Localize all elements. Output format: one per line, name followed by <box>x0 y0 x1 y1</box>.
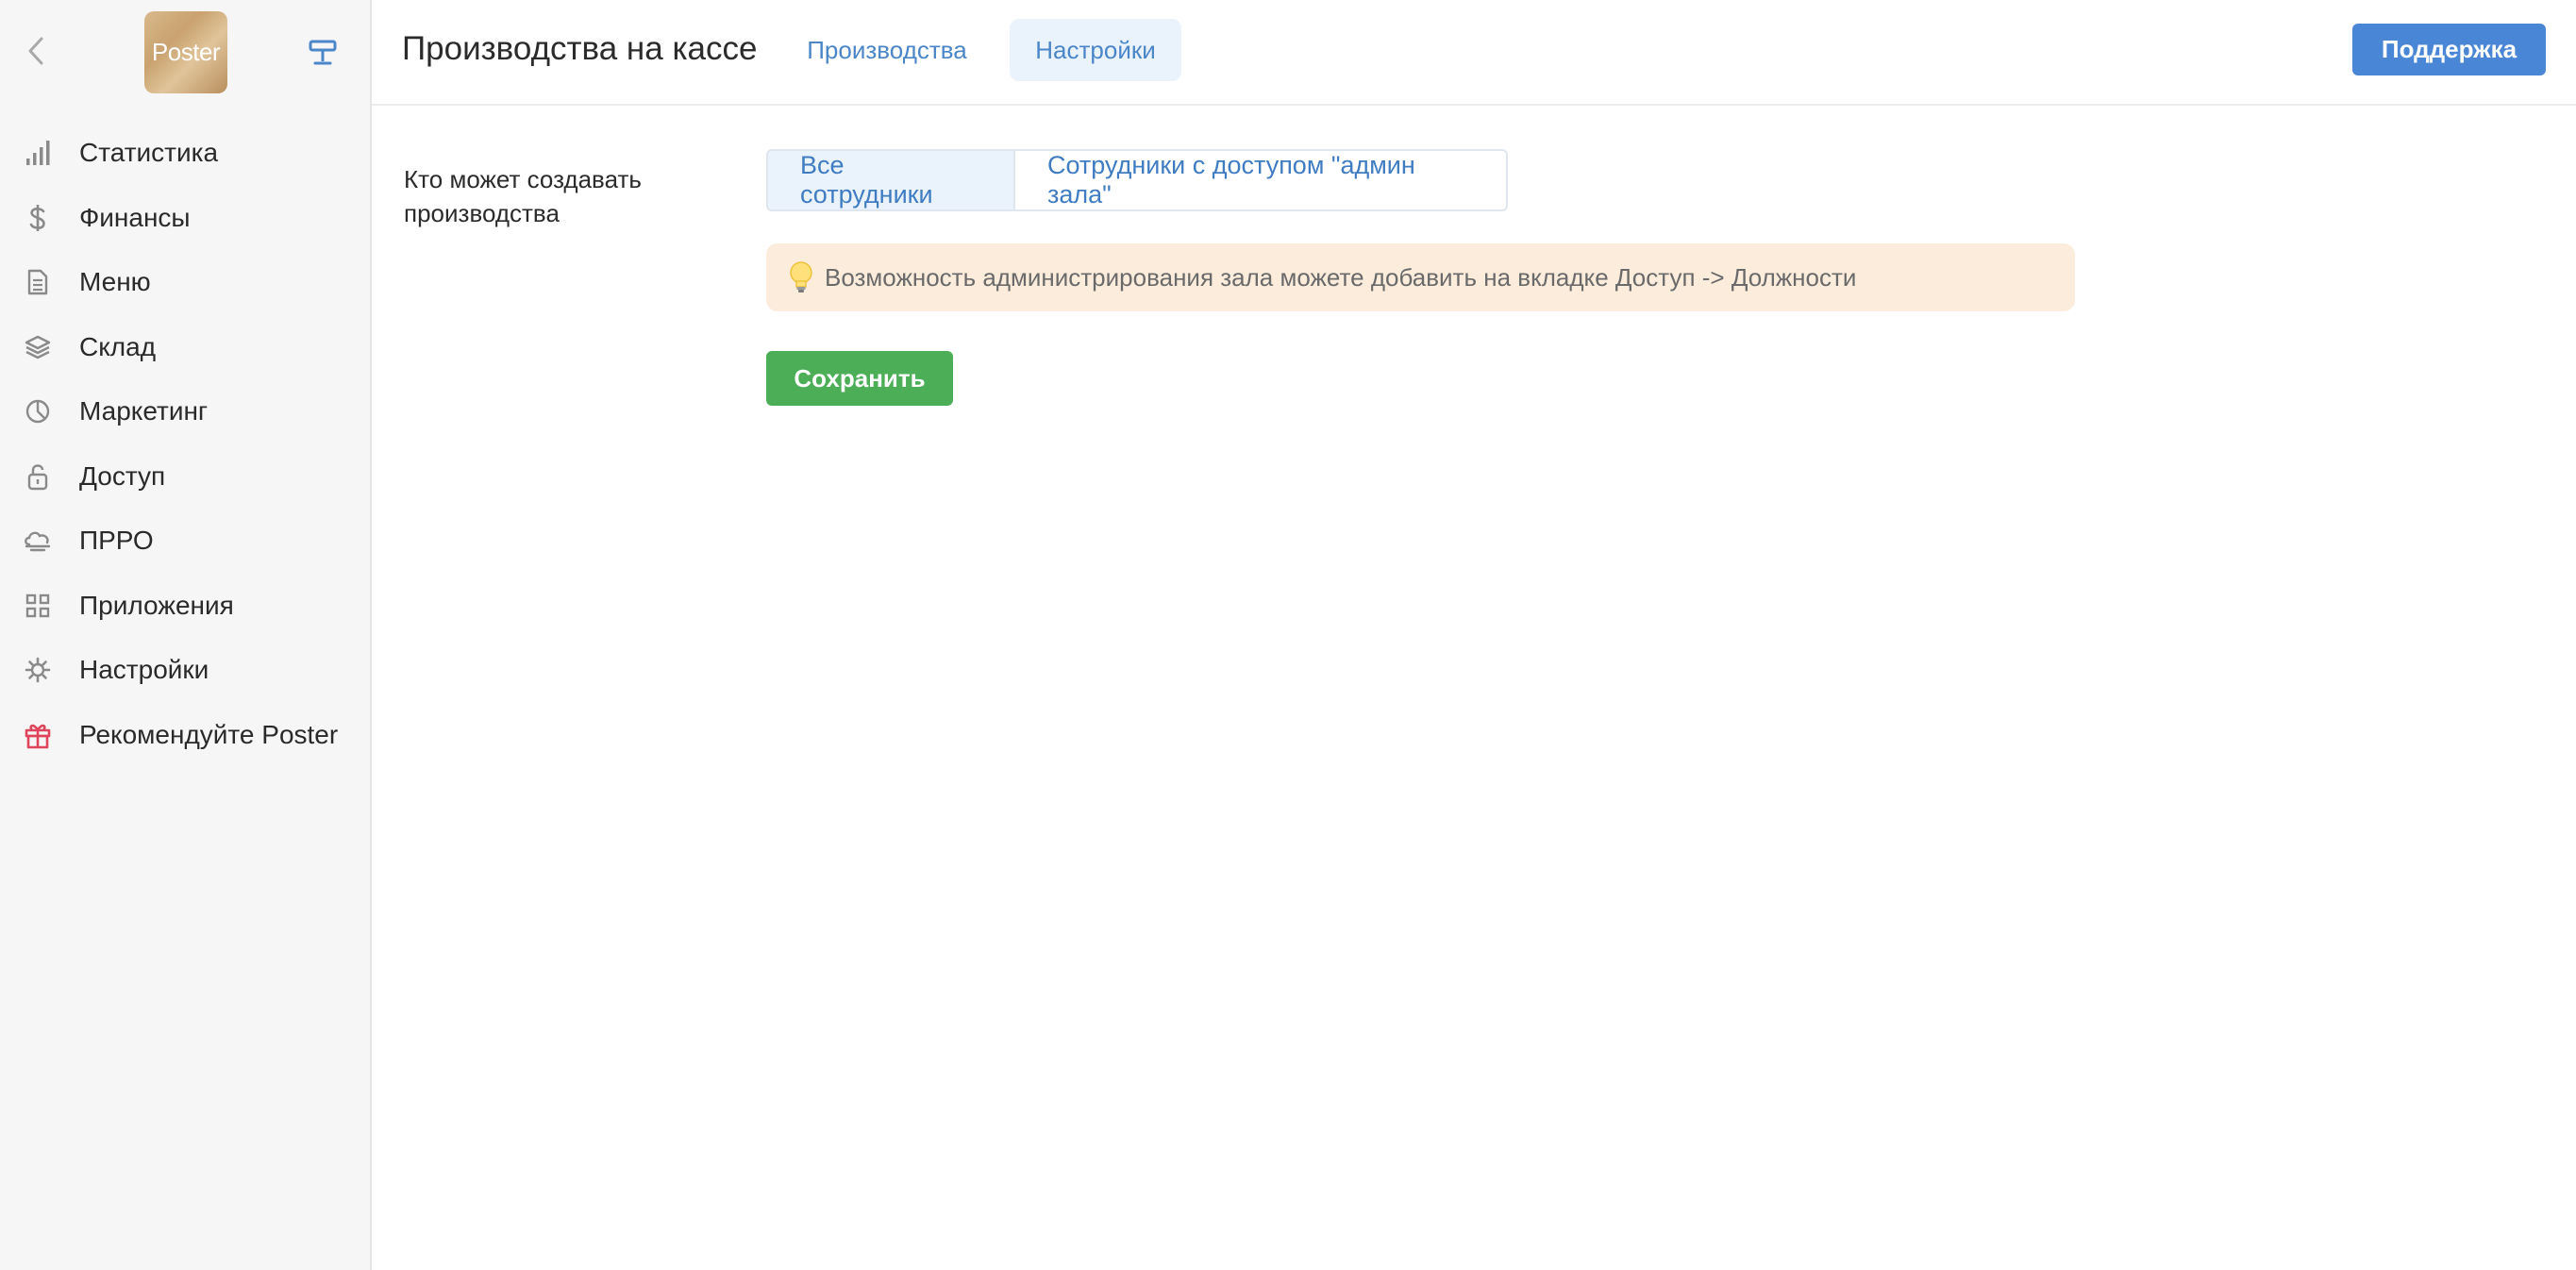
page-title: Производства на кассе <box>402 30 758 67</box>
sidebar-item-label: Меню <box>79 267 151 297</box>
grid-icon <box>23 591 53 621</box>
sidebar-item-label: ПРРО <box>79 526 154 556</box>
sidebar-item-label: Финансы <box>79 202 191 232</box>
gift-icon <box>23 720 53 750</box>
tab-productions[interactable]: Производства <box>796 19 978 81</box>
sidebar-item-access[interactable]: Доступ <box>0 444 370 510</box>
tab-settings[interactable]: Настройки <box>1010 19 1181 81</box>
sidebar-item-label: Статистика <box>79 138 219 168</box>
sidebar-item-label: Настройки <box>79 655 209 685</box>
sidebar: Poster Статистика Финансы Меню Склад Мар… <box>0 0 372 1270</box>
app-logo[interactable]: Poster <box>144 11 227 93</box>
sidebar-item-label: Доступ <box>79 460 166 491</box>
support-button[interactable]: Поддержка <box>2352 24 2546 75</box>
sidebar-item-apps[interactable]: Приложения <box>0 574 370 639</box>
option-all-employees[interactable]: Все сотрудники <box>768 151 1015 209</box>
lock-icon <box>23 461 53 492</box>
option-hall-admin-employees[interactable]: Сотрудники с доступом "админ зала" <box>1015 151 1506 209</box>
pos-terminal-icon <box>309 40 337 65</box>
sidebar-item-recommend[interactable]: Рекомендуйте Poster <box>0 703 370 768</box>
back-button[interactable] <box>21 32 51 70</box>
sidebar-item-menu[interactable]: Меню <box>0 250 370 315</box>
pos-terminal-button[interactable] <box>304 34 342 72</box>
sidebar-item-marketing[interactable]: Маркетинг <box>0 379 370 444</box>
sidebar-item-label: Приложения <box>79 590 234 620</box>
lightbulb-icon <box>787 259 815 296</box>
who-can-create-label: Кто может создавать производства <box>404 165 642 227</box>
sidebar-item-warehouse[interactable]: Склад <box>0 315 370 380</box>
sidebar-header: Poster <box>0 0 370 106</box>
bar-chart-icon <box>23 138 53 168</box>
save-button[interactable]: Сохранить <box>766 351 953 406</box>
sidebar-item-finance[interactable]: Финансы <box>0 186 370 251</box>
cloud-icon <box>23 526 53 556</box>
chevron-left-icon <box>28 37 43 65</box>
info-hint: Возможность администрирования зала может… <box>766 243 2075 311</box>
hint-text: Возможность администрирования зала может… <box>825 262 1857 292</box>
logo-text: Poster <box>151 38 221 66</box>
sidebar-nav: Статистика Финансы Меню Склад Маркетинг <box>0 121 370 767</box>
document-icon <box>23 267 53 297</box>
sidebar-item-label: Рекомендуйте Poster <box>79 719 339 749</box>
sidebar-item-label: Склад <box>79 331 157 361</box>
pie-chart-icon <box>23 396 53 426</box>
sidebar-item-prro[interactable]: ПРРО <box>0 509 370 574</box>
sidebar-item-label: Маркетинг <box>79 396 209 426</box>
gear-icon <box>23 655 53 685</box>
dollar-icon <box>23 203 53 233</box>
layers-icon <box>23 332 53 362</box>
sidebar-item-settings[interactable]: Настройки <box>0 638 370 703</box>
page-header: Производства на кассе Производства Настр… <box>372 0 2576 106</box>
sidebar-item-statistics[interactable]: Статистика <box>0 121 370 186</box>
permission-segmented-control: Все сотрудники Сотрудники с доступом "ад… <box>766 149 1508 211</box>
